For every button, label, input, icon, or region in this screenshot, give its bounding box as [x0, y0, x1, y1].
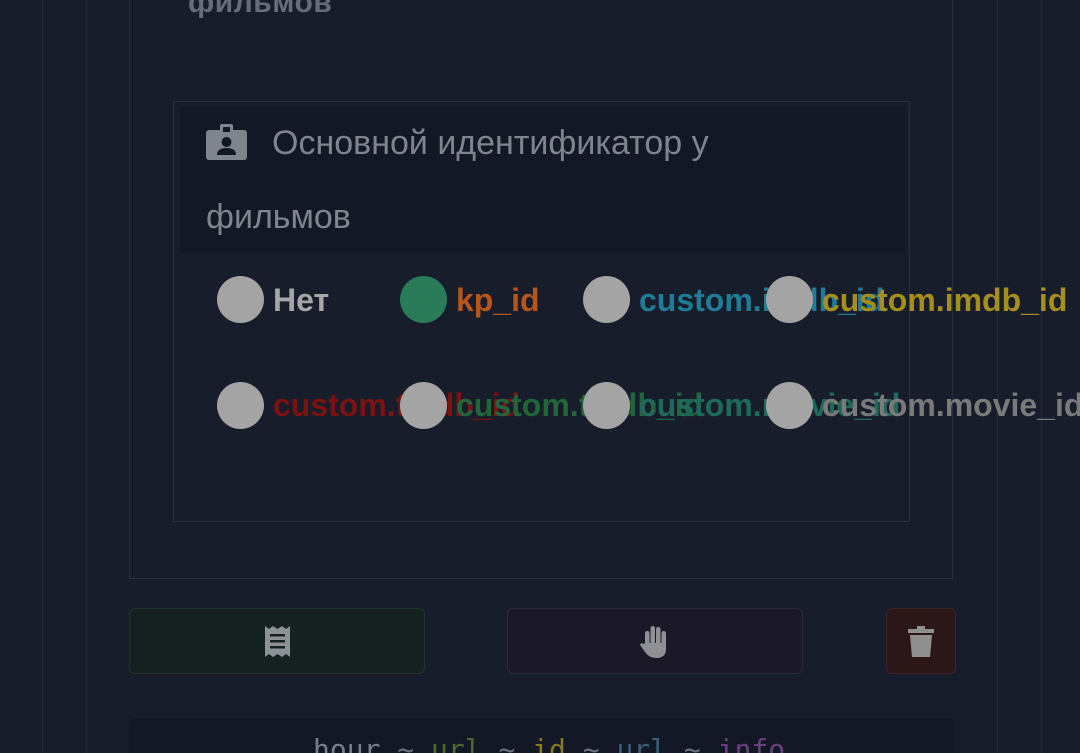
hand-button[interactable]: [507, 608, 803, 674]
column-guide-left-outer: [42, 0, 43, 753]
radio-button[interactable]: [217, 382, 264, 429]
radio-button[interactable]: [217, 276, 264, 323]
column-guide-left-inner: [86, 0, 87, 753]
id-badge-icon: [206, 124, 247, 160]
radio-button[interactable]: [583, 276, 630, 323]
code-token: hour: [313, 733, 381, 753]
radio-button[interactable]: [766, 276, 813, 323]
code-separator: ~: [565, 733, 617, 753]
field-title: Основной идентификатор у: [272, 124, 709, 162]
radio-button-selected[interactable]: [400, 276, 447, 323]
hand-icon: [640, 625, 666, 658]
radio-label[interactable]: custom.imdb_id: [822, 280, 1067, 320]
save-button[interactable]: [129, 608, 425, 674]
radio-label[interactable]: Нет: [273, 280, 329, 320]
previous-section-title: фильмов: [188, 0, 333, 19]
format-template: hour ~ url ~ id ~ url ~ info: [313, 733, 785, 753]
code-token: url: [616, 733, 668, 753]
field-title-continued: фильмов: [206, 198, 351, 236]
column-guide-right-outer: [1041, 0, 1042, 753]
settings-page: фильмов Основной идентификатор у фильмов…: [0, 0, 1080, 753]
radio-label[interactable]: kp_id: [456, 280, 540, 320]
code-separator: ~: [481, 733, 533, 753]
receipt-icon: [264, 625, 290, 657]
delete-button[interactable]: [886, 608, 956, 674]
radio-button[interactable]: [400, 382, 447, 429]
radio-label[interactable]: custom.movie_id: [822, 385, 1080, 425]
code-token: info: [717, 733, 786, 753]
code-token: url: [431, 733, 482, 753]
radio-button[interactable]: [766, 382, 813, 429]
radio-button[interactable]: [583, 382, 630, 429]
code-token: id: [532, 733, 566, 753]
code-separator: ~: [380, 733, 432, 753]
trash-icon: [908, 625, 934, 657]
code-separator: ~: [667, 733, 718, 753]
column-guide-right-inner: [997, 0, 998, 753]
